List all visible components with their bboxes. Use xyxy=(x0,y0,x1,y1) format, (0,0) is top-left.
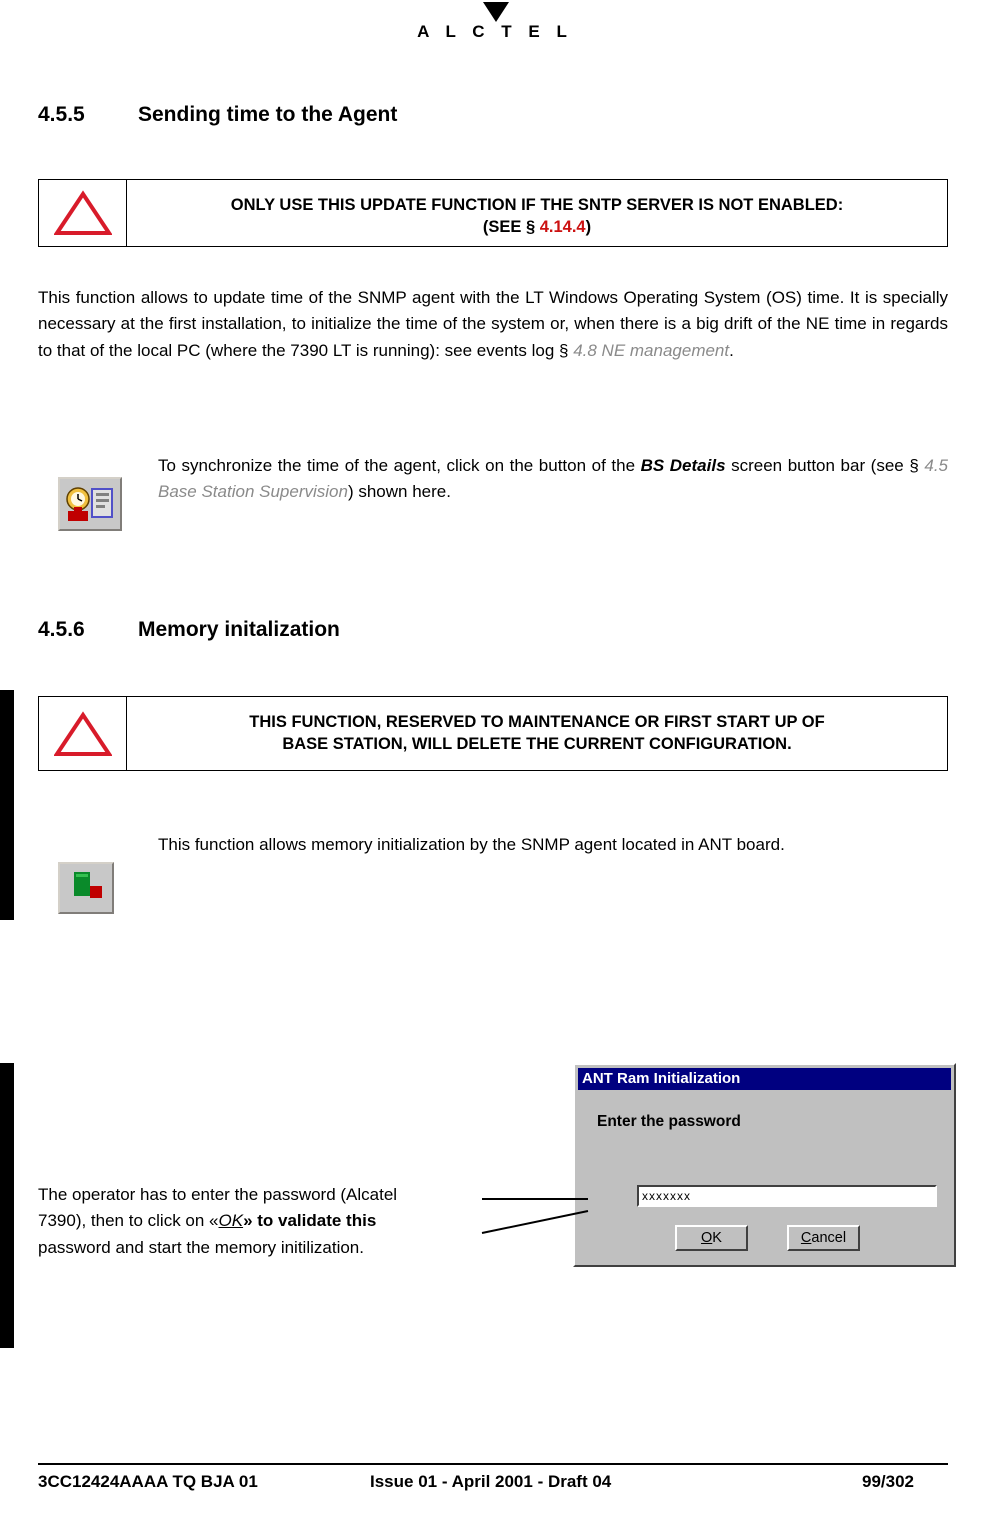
alcatel-logo: A L C T E L xyxy=(405,2,585,52)
paragraph-sntp-intro: This function allows to update time of t… xyxy=(38,285,948,364)
sync-bs-details-label: BS Details xyxy=(640,456,726,475)
warning-line-1: ONLY USE THIS UPDATE FUNCTION IF THE SNT… xyxy=(230,196,844,214)
paragraph-sntp-intro-ref: 4.8 NE management xyxy=(573,340,730,360)
page-title-455: 4.5.5 Sending time to the Agent xyxy=(38,103,397,127)
section-number-456: 4.5.6 xyxy=(38,618,85,641)
warning-text-sntp: ONLY USE THIS UPDATE FUNCTION IF THE SNT… xyxy=(127,180,947,246)
section-title-456: Memory initalization xyxy=(138,618,340,641)
memory-initialization-button-icon[interactable] xyxy=(58,862,114,914)
paragraph-sntp-intro-text: This function allows to update time of t… xyxy=(38,288,948,360)
sync-text-1: To synchronize the time of the agent, cl… xyxy=(158,456,641,475)
sync-text-3: ) shown here. xyxy=(347,482,451,502)
ok-button-rest: K xyxy=(712,1230,722,1246)
warning-text-memory: THIS FUNCTION, RESERVED TO MAINTENANCE O… xyxy=(127,697,947,770)
page-header: A L C T E L xyxy=(0,0,986,58)
paragraph-synchronize: To synchronize the time of the agent, cl… xyxy=(158,453,948,506)
warning-triangle-icon xyxy=(39,697,127,770)
paragraph-memory-init: This function allows memory initializati… xyxy=(158,832,948,858)
footer-doc-id: 3CC12424AAAA TQ BJA 01 xyxy=(38,1472,258,1491)
password-input[interactable]: xxxxxxx xyxy=(637,1185,937,1207)
warning-memory-line-2: BASE STATION, WILL DELETE THE CURRENT CO… xyxy=(282,735,792,754)
warning-see-suffix: ) xyxy=(585,218,592,237)
page-title-456: 4.5.6 Memory initalization xyxy=(38,618,340,642)
section-title-455: Sending time to the Agent xyxy=(138,103,398,126)
footer-page-total: /302 xyxy=(880,1472,915,1491)
sync-text-2: screen button bar (see § xyxy=(725,456,925,475)
footer-divider xyxy=(38,1463,948,1465)
cancel-button[interactable]: Cancel xyxy=(787,1225,860,1251)
logo-wordmark: A L C T E L xyxy=(417,22,573,41)
footer-issue: Issue 01 - April 2001 - Draft 04 xyxy=(370,1472,612,1491)
ant-ram-initialization-dialog[interactable]: ANT Ram Initialization Enter the passwor… xyxy=(573,1063,956,1267)
dialog-password-label: Enter the password xyxy=(597,1113,741,1130)
warning-box-sntp: ONLY USE THIS UPDATE FUNCTION IF THE SNT… xyxy=(38,179,948,247)
warning-see-prefix: (SEE § xyxy=(482,218,540,237)
footer-page-number: 99 xyxy=(862,1472,881,1491)
memory-init-text: This function allows memory initializati… xyxy=(158,835,785,854)
callout-line-1: The operator has to enter the password (… xyxy=(38,1185,398,1204)
warning-section-ref: 4.14.4 xyxy=(539,218,586,237)
cancel-button-rest: ancel xyxy=(811,1230,847,1246)
section-number-455: 4.5.5 xyxy=(38,103,85,126)
warning-memory-line-1: THIS FUNCTION, RESERVED TO MAINTENANCE O… xyxy=(249,713,825,731)
warning-triangle-icon xyxy=(39,180,127,246)
ok-button[interactable]: OK xyxy=(675,1225,748,1251)
callout-line-2-b: » to validate this xyxy=(243,1211,377,1231)
bs-details-time-button-icon[interactable] xyxy=(58,477,122,531)
footer-page: 99/302 xyxy=(862,1472,914,1492)
edge-marker-bottom xyxy=(0,1063,14,1348)
warning-line-2: (SEE § 4.14.4) xyxy=(137,216,937,238)
ok-accel-letter: O xyxy=(701,1230,713,1246)
callout-line-2-a: 7390), then to click on « xyxy=(38,1211,219,1231)
dialog-title-bar: ANT Ram Initialization xyxy=(578,1068,951,1090)
warning-box-memory: THIS FUNCTION, RESERVED TO MAINTENANCE O… xyxy=(38,696,948,771)
alcatel-triangle-logo-icon xyxy=(483,2,509,22)
callout-password-instructions: The operator has to enter the password (… xyxy=(38,1182,498,1261)
callout-ok-label: OK xyxy=(218,1211,244,1231)
callout-line-3: password and start the memory initilizat… xyxy=(38,1237,364,1257)
paragraph-sntp-intro-end: . xyxy=(729,340,734,360)
edge-marker-top xyxy=(0,690,14,920)
cancel-accel-letter: C xyxy=(800,1230,812,1246)
callout-line-2: 7390), then to click on «OK» to validate… xyxy=(38,1208,498,1234)
